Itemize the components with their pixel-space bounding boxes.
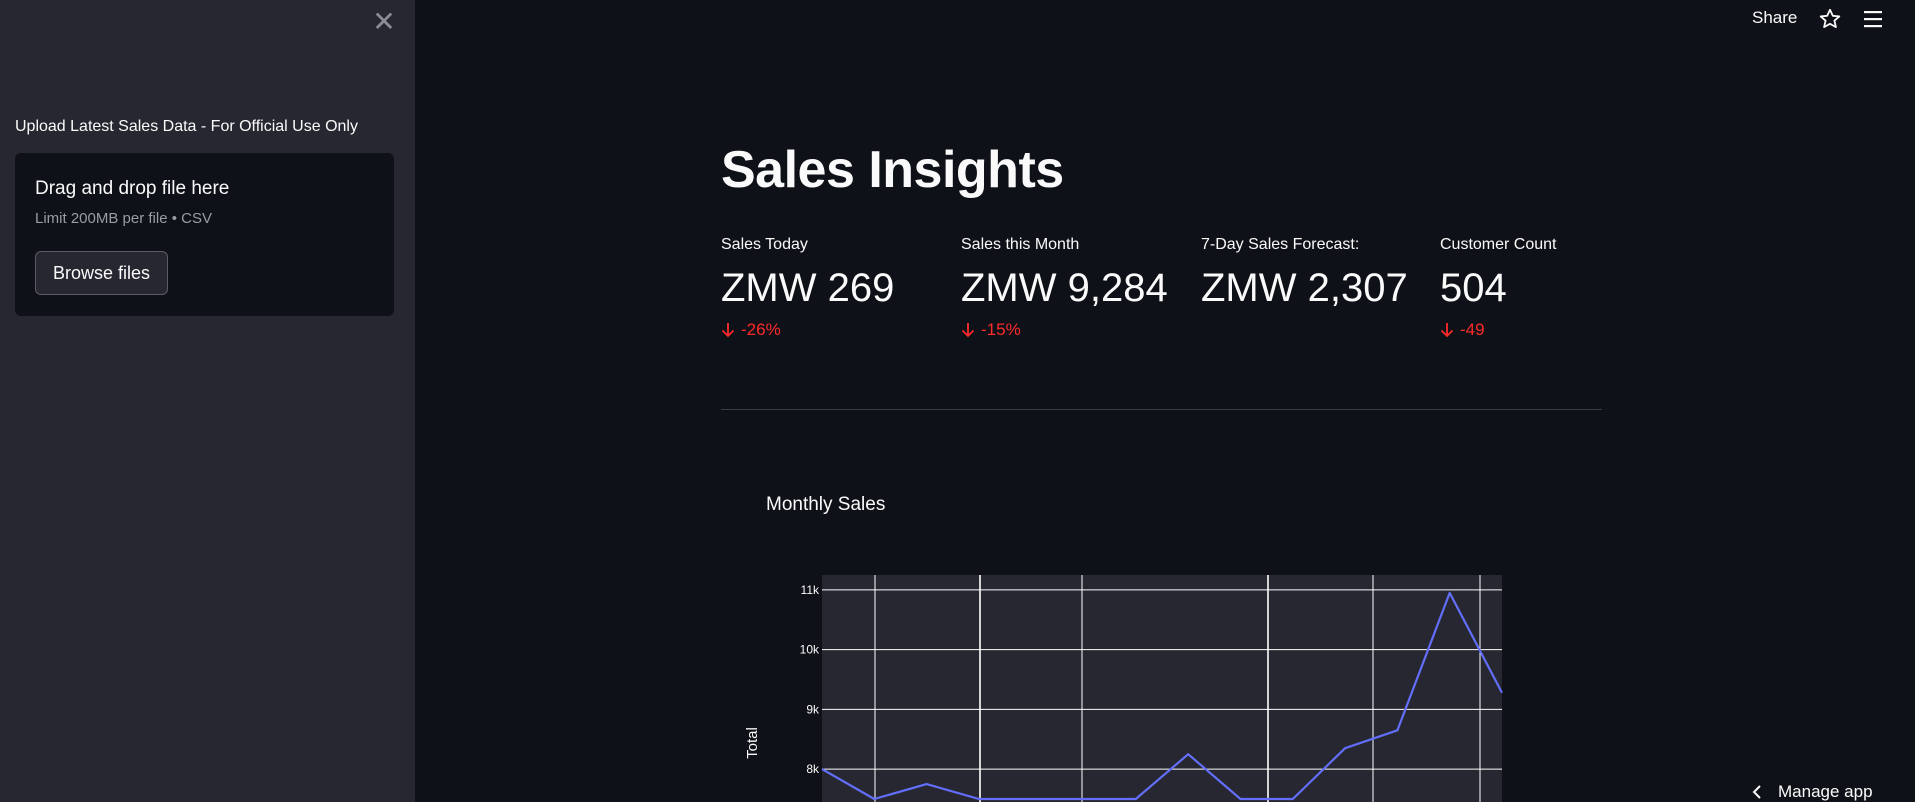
- metric-customer-count: Customer Count 504 -49: [1440, 236, 1670, 340]
- hamburger-menu-icon[interactable]: [1862, 8, 1884, 30]
- y-tick-label: 10k: [800, 643, 820, 657]
- metric-value: ZMW 2,307: [1201, 266, 1408, 310]
- metric-delta-text: -26%: [741, 320, 781, 339]
- manage-app-label: Manage app: [1778, 782, 1873, 801]
- page-title: Sales Insights: [721, 141, 1064, 199]
- metric-label: Sales Today: [721, 236, 808, 253]
- arrow-down-icon: [961, 323, 975, 338]
- sidebar: ✕ Upload Latest Sales Data - For Officia…: [0, 0, 415, 802]
- arrow-down-icon: [721, 323, 735, 338]
- upload-label: Upload Latest Sales Data - For Official …: [15, 118, 358, 135]
- metric-delta: -15%: [961, 320, 1191, 340]
- metric-label: Customer Count: [1440, 236, 1557, 253]
- metric-value: 504: [1440, 266, 1507, 310]
- metric-sales-forecast: 7-Day Sales Forecast: ZMW 2,307: [1201, 236, 1431, 310]
- y-tick-label: 11k: [801, 583, 820, 597]
- chart-title: Monthly Sales: [766, 494, 886, 515]
- chevron-left-icon: [1752, 785, 1761, 799]
- monthly-sales-chart[interactable]: 8k 9k 10k 11k Total: [740, 560, 1520, 802]
- dropzone-title: Drag and drop file here: [35, 178, 230, 199]
- y-axis-ticks: 8k 9k 10k 11k: [800, 583, 820, 776]
- metric-sales-month: Sales this Month ZMW 9,284 -15%: [961, 236, 1191, 340]
- y-tick-label: 8k: [806, 762, 820, 776]
- arrow-down-icon: [1440, 323, 1454, 338]
- file-dropzone[interactable]: Drag and drop file here Limit 200MB per …: [15, 153, 394, 316]
- metric-delta: -26%: [721, 320, 951, 340]
- star-icon[interactable]: [1818, 7, 1842, 31]
- dropzone-limit: Limit 200MB per file • CSV: [35, 210, 212, 227]
- metric-value: ZMW 9,284: [961, 266, 1168, 310]
- metric-delta-text: -15%: [981, 320, 1021, 339]
- metric-delta-text: -49: [1460, 320, 1485, 339]
- metric-value: ZMW 269: [721, 266, 895, 310]
- y-axis-label: Total: [744, 727, 761, 759]
- metric-sales-today: Sales Today ZMW 269 -26%: [721, 236, 951, 340]
- y-tick-label: 9k: [806, 702, 820, 716]
- manage-app-button[interactable]: Manage app: [1752, 782, 1873, 802]
- browse-files-button[interactable]: Browse files: [35, 251, 168, 295]
- metric-label: 7-Day Sales Forecast:: [1201, 236, 1360, 253]
- metric-delta: -49: [1440, 320, 1670, 340]
- metric-label: Sales this Month: [961, 236, 1080, 253]
- close-sidebar-icon[interactable]: ✕: [370, 8, 398, 36]
- share-button[interactable]: Share: [1752, 8, 1797, 28]
- divider: [721, 409, 1602, 410]
- plot-background: [822, 575, 1502, 802]
